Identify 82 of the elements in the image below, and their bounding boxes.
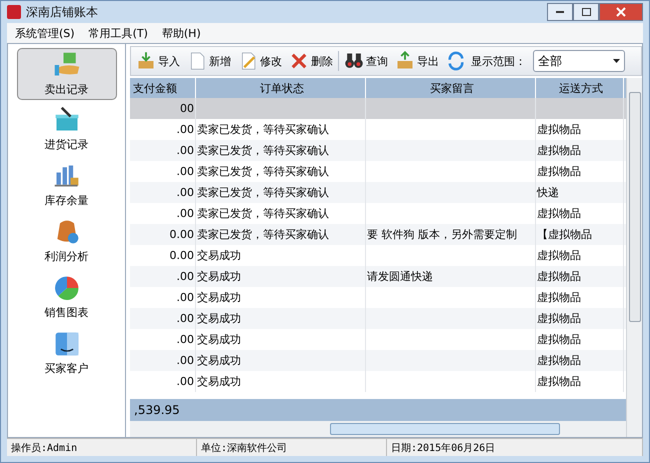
table-cell: 交易成功 xyxy=(197,332,241,347)
scrollbar-thumb[interactable] xyxy=(330,423,560,435)
refresh-icon xyxy=(446,51,466,71)
table-cell: 虚拟物品 xyxy=(537,164,581,179)
face-icon xyxy=(52,330,80,358)
toolbar-button[interactable]: 查询 xyxy=(342,51,390,71)
table-cell: 【虚拟物品 xyxy=(537,227,592,242)
box-icon xyxy=(136,51,156,71)
table-cell: 虚拟物品 xyxy=(537,248,581,263)
menu-item[interactable]: 系统管理(S) xyxy=(15,26,75,40)
table-cell: 交易成功 xyxy=(197,290,241,305)
table-cell: 虚拟物品 xyxy=(537,269,581,284)
toolbar-button[interactable]: 新增 xyxy=(185,51,233,71)
status-text: 日期:2015年06月26日 xyxy=(387,439,643,456)
sidebar-item[interactable]: 销售图表 xyxy=(16,270,116,324)
app-logo-icon xyxy=(7,5,21,19)
status-text: 单位:深南软件公司 xyxy=(197,439,387,456)
toolbar-button[interactable]: 导出 xyxy=(393,51,441,71)
table-cell: .00 xyxy=(176,207,194,220)
table-cell: 0.00 xyxy=(170,228,194,241)
dropdown-arrow-icon xyxy=(613,59,620,63)
delete-icon xyxy=(289,51,309,71)
table-cell: 虚拟物品 xyxy=(537,311,581,326)
table-cell: 卖家已发货，等待买家确认 xyxy=(197,185,329,200)
menu-item[interactable]: 帮助(H) xyxy=(162,26,201,40)
table-cell: .00 xyxy=(176,333,194,346)
menu-item[interactable]: 常用工具(T) xyxy=(88,26,148,40)
table-cell: 要 软件狗 版本，另外需要定制 xyxy=(367,227,517,242)
table-cell: .00 xyxy=(176,312,194,325)
table-cell: 虚拟物品 xyxy=(537,206,581,221)
table-cell: .00 xyxy=(176,375,194,388)
table-cell: 快递 xyxy=(537,185,559,200)
table-cell: 交易成功 xyxy=(197,269,241,284)
table-cell: 请发圆通快递 xyxy=(367,269,433,284)
close-button[interactable] xyxy=(599,3,643,21)
sidebar-item[interactable]: 利润分析 xyxy=(16,214,116,268)
table-cell: 交易成功 xyxy=(197,311,241,326)
table-cell: .00 xyxy=(176,144,194,157)
table-cell: 虚拟物品 xyxy=(537,143,581,158)
table-cell: 卖家已发货，等待买家确认 xyxy=(197,206,329,221)
table-cell: .00 xyxy=(176,123,194,136)
column-header[interactable]: 支付金额 xyxy=(130,78,196,98)
table-cell: 虚拟物品 xyxy=(537,122,581,137)
table-cell: 卖家已发货，等待买家确认 xyxy=(197,164,329,179)
sidebar-item[interactable]: 卖出记录 xyxy=(16,48,116,100)
toolbar-button[interactable]: 删除 xyxy=(287,51,335,71)
toolbar-button[interactable]: 导入 xyxy=(134,51,182,71)
maximize-button[interactable] xyxy=(573,3,599,21)
scrollbar-thumb[interactable] xyxy=(628,92,640,322)
range-dropdown[interactable]: 全部 xyxy=(533,50,625,72)
table-cell: 卖家已发货，等待买家确认 xyxy=(197,143,329,158)
table-cell: .00 xyxy=(176,291,194,304)
table-cell: 虚拟物品 xyxy=(537,374,581,389)
sidebar-item[interactable]: 买家客户 xyxy=(16,326,116,380)
window-title: 深南店铺账本 xyxy=(26,4,98,20)
toolbar-button[interactable]: 修改 xyxy=(236,51,284,71)
binoculars-icon xyxy=(344,51,364,71)
minimize-button[interactable] xyxy=(547,3,573,21)
box-icon xyxy=(395,51,415,71)
table-cell: 虚拟物品 xyxy=(537,290,581,305)
maximize-icon xyxy=(582,8,590,16)
minimize-icon xyxy=(556,11,564,13)
table-cell: .00 xyxy=(176,165,194,178)
table-cell: 交易成功 xyxy=(197,248,241,263)
table-cell: 卖家已发货，等待买家确认 xyxy=(197,122,329,137)
table-cell: .00 xyxy=(176,186,194,199)
table-cell: 00 xyxy=(180,102,194,115)
table-cell: .00 xyxy=(176,354,194,367)
table-cell: .00 xyxy=(176,270,194,283)
table-cell: 虚拟物品 xyxy=(537,353,581,368)
table-cell: 交易成功 xyxy=(197,353,241,368)
pie-chart-icon xyxy=(52,274,80,302)
sidebar-item[interactable]: 库存余量 xyxy=(16,158,116,212)
total-amount: ,539.95 xyxy=(134,403,180,417)
table-cell: 卖家已发货，等待买家确认 xyxy=(197,227,329,242)
table-cell: 虚拟物品 xyxy=(537,332,581,347)
range-label: 显示范围： xyxy=(471,54,526,68)
table-cell: 0.00 xyxy=(170,249,194,262)
status-text: 操作员:Admin xyxy=(7,439,197,456)
sidebar-item[interactable]: 进货记录 xyxy=(16,102,116,156)
close-icon xyxy=(616,7,626,17)
table-cell: 交易成功 xyxy=(197,374,241,389)
